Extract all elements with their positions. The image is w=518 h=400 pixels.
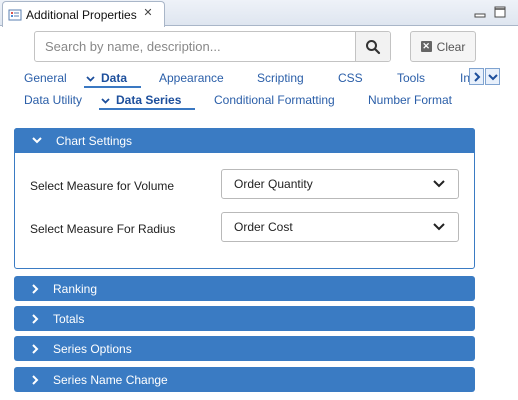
ranking-section-header[interactable]: Ranking	[14, 276, 475, 301]
volume-measure-value: Order Quantity	[234, 177, 313, 191]
search-input[interactable]	[35, 32, 356, 61]
totals-section-header[interactable]: Totals	[14, 306, 475, 331]
tab-number-format[interactable]: Number Format	[368, 93, 452, 107]
tab-scripting[interactable]: Scripting	[257, 71, 304, 85]
tabs-scroll-right-button[interactable]	[469, 68, 484, 85]
search-box	[34, 31, 391, 62]
tab-css[interactable]: CSS	[338, 71, 363, 85]
chevron-right-icon	[32, 374, 39, 385]
view-title: Additional Properties	[26, 7, 137, 22]
search-icon	[366, 39, 381, 54]
chevron-down-icon	[32, 137, 42, 144]
chart-settings-title: Chart Settings	[56, 133, 133, 148]
radius-measure-select[interactable]: Order Cost	[221, 212, 459, 242]
volume-measure-label: Select Measure for Volume	[30, 179, 175, 193]
chevron-right-icon	[32, 283, 39, 294]
tab-appearance[interactable]: Appearance	[159, 71, 224, 85]
minimize-icon[interactable]	[473, 5, 487, 19]
chevron-right-icon	[473, 71, 480, 82]
tabs-menu-button[interactable]	[485, 68, 500, 85]
chevron-down-icon	[86, 76, 95, 82]
clear-label: Clear	[436, 39, 466, 54]
tab-data-label: Data	[101, 71, 128, 85]
radius-measure-value: Order Cost	[234, 220, 293, 234]
chart-settings-header[interactable]: Chart Settings	[14, 128, 475, 153]
chevron-right-icon	[32, 343, 39, 354]
tab-data-series-label: Data Series	[116, 93, 182, 107]
chart-settings-panel: Chart Settings Select Measure for Volume…	[14, 128, 475, 269]
chevron-down-icon	[487, 73, 498, 80]
ranking-title: Ranking	[53, 281, 98, 296]
radius-measure-label: Select Measure For Radius	[30, 222, 176, 236]
chevron-down-icon	[433, 223, 445, 231]
series-options-section-header[interactable]: Series Options	[14, 336, 475, 361]
series-name-change-section-header[interactable]: Series Name Change	[14, 367, 475, 392]
tab-conditional-formatting[interactable]: Conditional Formatting	[214, 93, 335, 107]
totals-title: Totals	[53, 311, 85, 326]
tab-data-underline	[84, 86, 141, 88]
search-button[interactable]	[355, 32, 390, 61]
clear-button[interactable]: ✕ Clear	[410, 31, 476, 62]
tab-general[interactable]: General	[24, 71, 67, 85]
volume-measure-select[interactable]: Order Quantity	[221, 169, 459, 199]
close-icon[interactable]: ✕	[142, 7, 154, 19]
clear-icon: ✕	[420, 41, 432, 52]
view-tab-bar: Additional Properties ✕	[0, 0, 518, 27]
properties-icon	[8, 9, 22, 20]
chevron-down-icon	[433, 180, 445, 188]
tab-data-series[interactable]: Data Series	[101, 93, 181, 107]
tab-data[interactable]: Data	[86, 71, 127, 85]
series-options-title: Series Options	[53, 341, 132, 356]
series-name-change-title: Series Name Change	[53, 372, 168, 387]
tab-data-utility[interactable]: Data Utility	[24, 93, 82, 107]
chevron-right-icon	[32, 313, 39, 324]
chevron-down-icon	[101, 98, 110, 104]
tab-tools[interactable]: Tools	[397, 71, 425, 85]
view-tab-additional-properties[interactable]: Additional Properties ✕	[2, 1, 165, 27]
maximize-icon[interactable]	[493, 5, 507, 19]
tab-data-series-underline	[99, 108, 195, 110]
